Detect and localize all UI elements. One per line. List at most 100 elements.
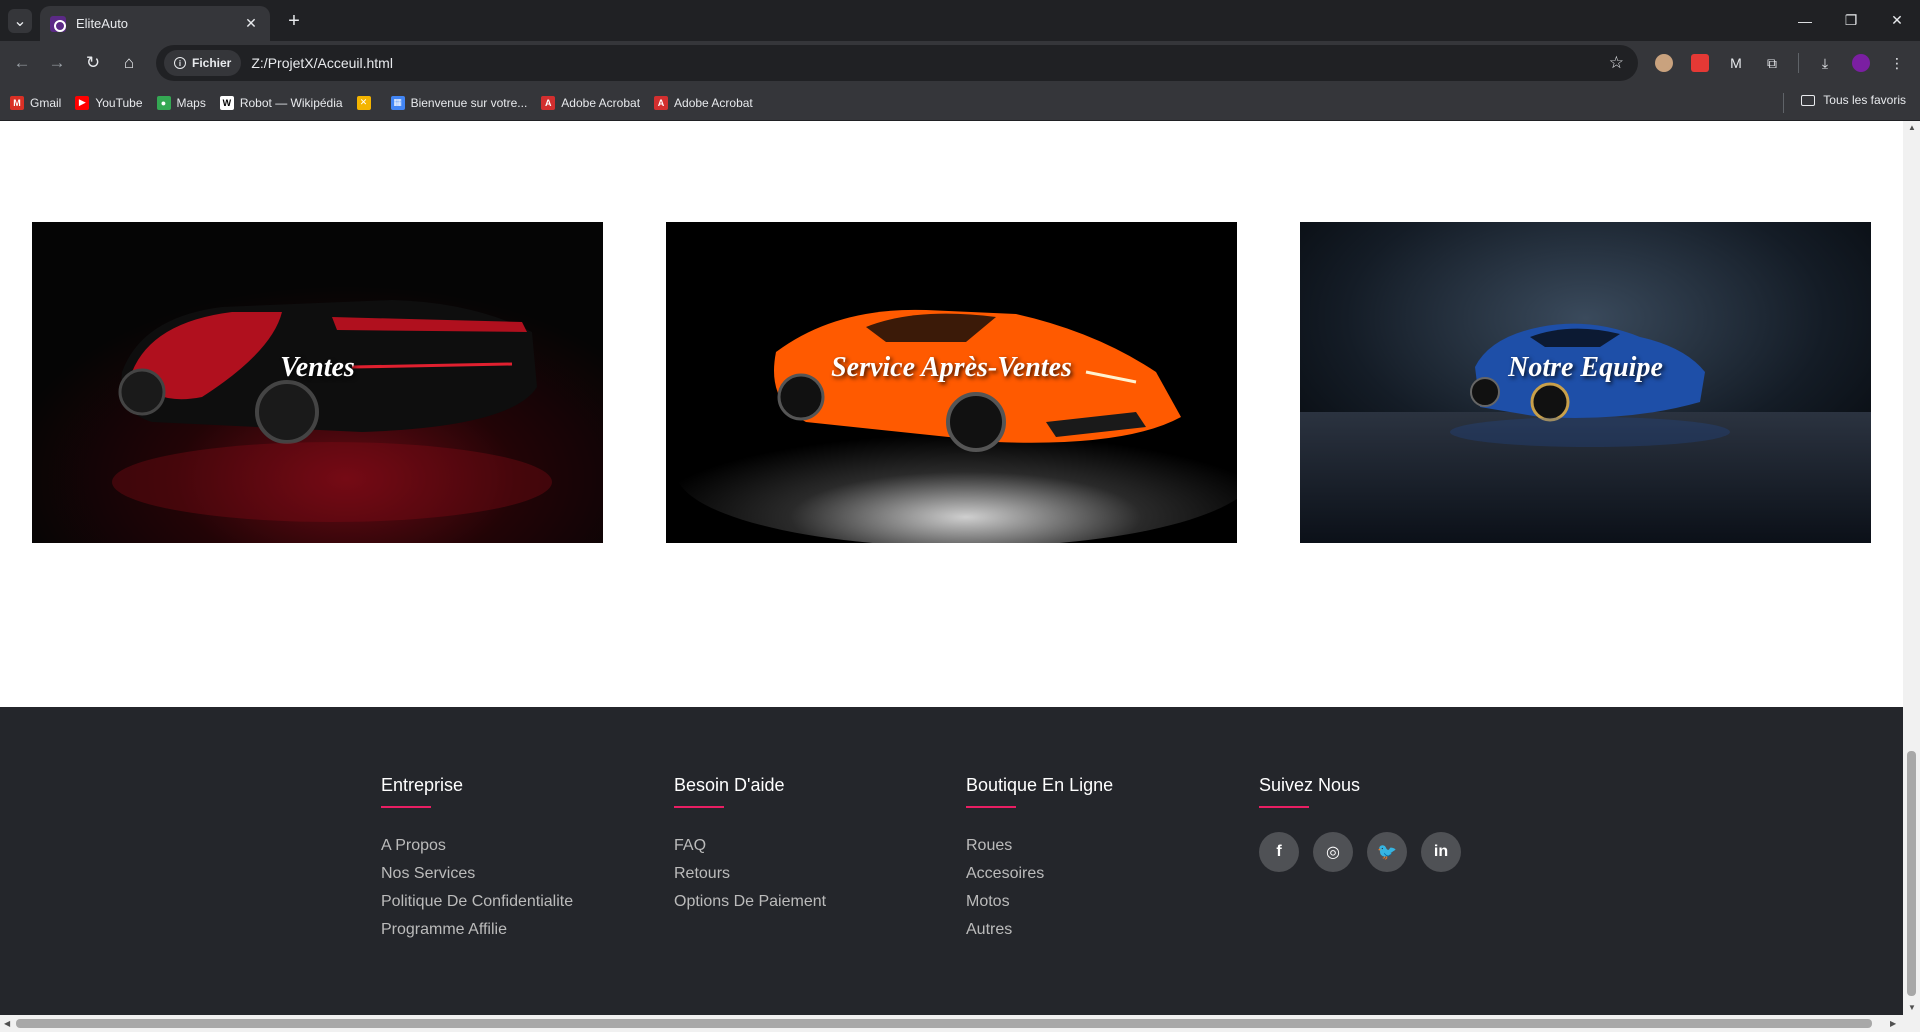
scroll-down-arrow-icon[interactable]: ▼ (1908, 1003, 1916, 1012)
footer-column-entreprise: Entreprise A Propos Nos Services Politiq… (381, 775, 641, 944)
bookmarks-separator (1783, 93, 1784, 113)
heading-underline (674, 806, 724, 808)
tab-eliteauto[interactable]: EliteAuto ✕ (40, 6, 270, 41)
footer-column-boutique: Boutique En Ligne Roues Accesoires Motos… (966, 775, 1226, 944)
bookmark-favicon-icon: ✕ (356, 95, 371, 110)
bookmark-favicon-icon: W (219, 95, 234, 110)
bookmark-item[interactable]: A Adobe Acrobat (541, 95, 640, 110)
arrow-left-icon: ← (13, 53, 31, 72)
close-window-button[interactable]: ✕ (1874, 0, 1920, 41)
tab-search-button[interactable]: ⌄ (8, 9, 32, 33)
bookmark-item[interactable]: W Robot — Wikipédia (219, 95, 343, 110)
card-label: Service Après-Ventes (831, 352, 1072, 383)
tab-strip: ⌄ EliteAuto ✕ + — ❐ ✕ (0, 0, 1920, 41)
footer-link-roues[interactable]: Roues (966, 832, 1226, 860)
bookmark-item[interactable]: A Adobe Acrobat (654, 95, 753, 110)
footer-heading: Entreprise (381, 775, 464, 795)
menu-kebab-icon[interactable]: ⋮ (1883, 49, 1911, 77)
window-controls: — ❐ ✕ (1782, 0, 1920, 41)
facebook-icon[interactable]: f (1259, 832, 1299, 872)
site-info-chip[interactable]: i Fichier (164, 50, 242, 76)
card-ventes[interactable]: Ventes (32, 222, 603, 543)
footer-link-options-paiement[interactable]: Options De Paiement (674, 888, 934, 916)
bookmark-favicon-icon: ▶ (75, 95, 90, 110)
bookmark-item[interactable]: ▦ Bienvenue sur votre... (390, 95, 528, 110)
new-tab-button[interactable]: + (282, 9, 306, 33)
bookmark-favicon-icon: A (541, 95, 556, 110)
all-bookmarks-label: Tous les favoris (1823, 93, 1906, 107)
footer-link-autres[interactable]: Autres (966, 916, 1226, 944)
footer: Entreprise A Propos Nos Services Politiq… (0, 707, 1903, 1015)
footer-link-a-propos[interactable]: A Propos (381, 832, 641, 860)
browser-toolbar: ← → ↻ ⌂ i Fichier Z:/ProjetX/Acceuil.htm… (0, 41, 1920, 85)
horizontal-scroll-thumb[interactable] (16, 1019, 1872, 1028)
footer-link-retours[interactable]: Retours (674, 860, 934, 888)
card-service-apres-ventes[interactable]: Service Après-Ventes (666, 222, 1237, 543)
url-text[interactable]: Z:/ProjetX/Acceuil.html (251, 55, 393, 71)
heading-underline (1259, 806, 1309, 808)
back-button[interactable]: ← (8, 49, 36, 77)
bookmark-item[interactable]: ● Maps (156, 95, 206, 110)
download-icon[interactable]: ⤓ (1811, 49, 1839, 77)
all-bookmarks-button[interactable]: Tous les favoris (1801, 93, 1906, 107)
vertical-scrollbar[interactable]: ▲ ▼ (1903, 121, 1920, 1015)
footer-link-politique[interactable]: Politique De Confidentialite (381, 888, 641, 916)
minimize-button[interactable]: — (1782, 0, 1828, 41)
card-label: Ventes (280, 352, 355, 383)
footer-heading: Boutique En Ligne (966, 775, 1114, 795)
extension-avatar-icon[interactable] (1650, 49, 1678, 77)
scroll-left-arrow-icon[interactable]: ◀ (4, 1019, 10, 1028)
card-label: Notre Equipe (1508, 352, 1663, 383)
bookmark-item[interactable]: M Gmail (10, 95, 61, 110)
bookmark-item[interactable]: ▶ YouTube (75, 95, 143, 110)
forward-button[interactable]: → (43, 49, 71, 77)
social-links: f ◎ 🐦 in (1259, 832, 1519, 872)
bookmarks-bar: M Gmail ▶ YouTube ● Maps W Robot — Wikipédia ✕ ▦ B… (0, 85, 1920, 121)
bookmark-label: Robot — Wikipédia (239, 95, 343, 110)
reload-icon: ↻ (85, 53, 101, 72)
footer-link-accesoires[interactable]: Accesoires (966, 860, 1226, 888)
footer-column-besoin-daide: Besoin D'aide FAQ Retours Options De Pai… (674, 775, 934, 916)
linkedin-icon[interactable]: in (1421, 832, 1461, 872)
close-tab-icon[interactable]: ✕ (242, 15, 260, 33)
extension-red-icon[interactable] (1686, 49, 1714, 77)
tab-title: EliteAuto (76, 16, 129, 31)
bookmark-favicon-icon: ● (156, 95, 171, 110)
chevron-down-icon: ⌄ (13, 13, 27, 30)
page-viewport: Ventes Service Après-Ventes Notre Equipe… (0, 121, 1903, 1015)
extensions-puzzle-icon[interactable]: ⧉ (1758, 49, 1786, 77)
footer-link-motos[interactable]: Motos (966, 888, 1226, 916)
bookmark-label: Maps (176, 95, 206, 110)
heading-underline (966, 806, 1016, 808)
footer-heading: Suivez Nous (1259, 775, 1361, 795)
extension-m-icon[interactable]: M (1722, 49, 1750, 77)
address-bar[interactable]: i Fichier Z:/ProjetX/Acceuil.html ☆ (156, 45, 1638, 81)
footer-column-suivez-nous: Suivez Nous f ◎ 🐦 in (1259, 775, 1519, 872)
twitter-icon[interactable]: 🐦 (1367, 832, 1407, 872)
bookmark-favicon-icon: A (654, 95, 669, 110)
scroll-right-arrow-icon[interactable]: ▶ (1890, 1019, 1896, 1028)
footer-link-programme-affilie[interactable]: Programme Affilie (381, 916, 641, 944)
bookmark-item[interactable]: ✕ (356, 95, 377, 110)
bookmark-label: Bienvenue sur votre... (410, 95, 528, 110)
instagram-icon[interactable]: ◎ (1313, 832, 1353, 872)
footer-link-nos-services[interactable]: Nos Services (381, 860, 641, 888)
card-notre-equipe[interactable]: Notre Equipe (1300, 222, 1871, 543)
reload-button[interactable]: ↻ (79, 49, 107, 77)
horizontal-scrollbar[interactable]: ◀ ▶ (0, 1015, 1920, 1032)
folder-icon (1801, 94, 1816, 106)
bookmark-label: YouTube (95, 95, 143, 110)
scroll-up-arrow-icon[interactable]: ▲ (1908, 123, 1916, 132)
home-icon: ⌂ (123, 53, 135, 72)
restore-button[interactable]: ❐ (1828, 0, 1874, 41)
vertical-scroll-thumb[interactable] (1907, 751, 1916, 996)
arrow-right-icon: → (48, 53, 66, 72)
bookmark-favicon-icon: ▦ (390, 95, 405, 110)
bookmark-favicon-icon: M (10, 95, 24, 110)
home-button[interactable]: ⌂ (115, 49, 143, 77)
profile-avatar[interactable] (1847, 49, 1875, 77)
footer-link-faq[interactable]: FAQ (674, 832, 934, 860)
bookmark-star-icon[interactable]: ☆ (1609, 53, 1624, 73)
extensions-area: M ⧉ ⤓ ⋮ (1650, 49, 1911, 77)
footer-heading: Besoin D'aide (674, 775, 785, 795)
